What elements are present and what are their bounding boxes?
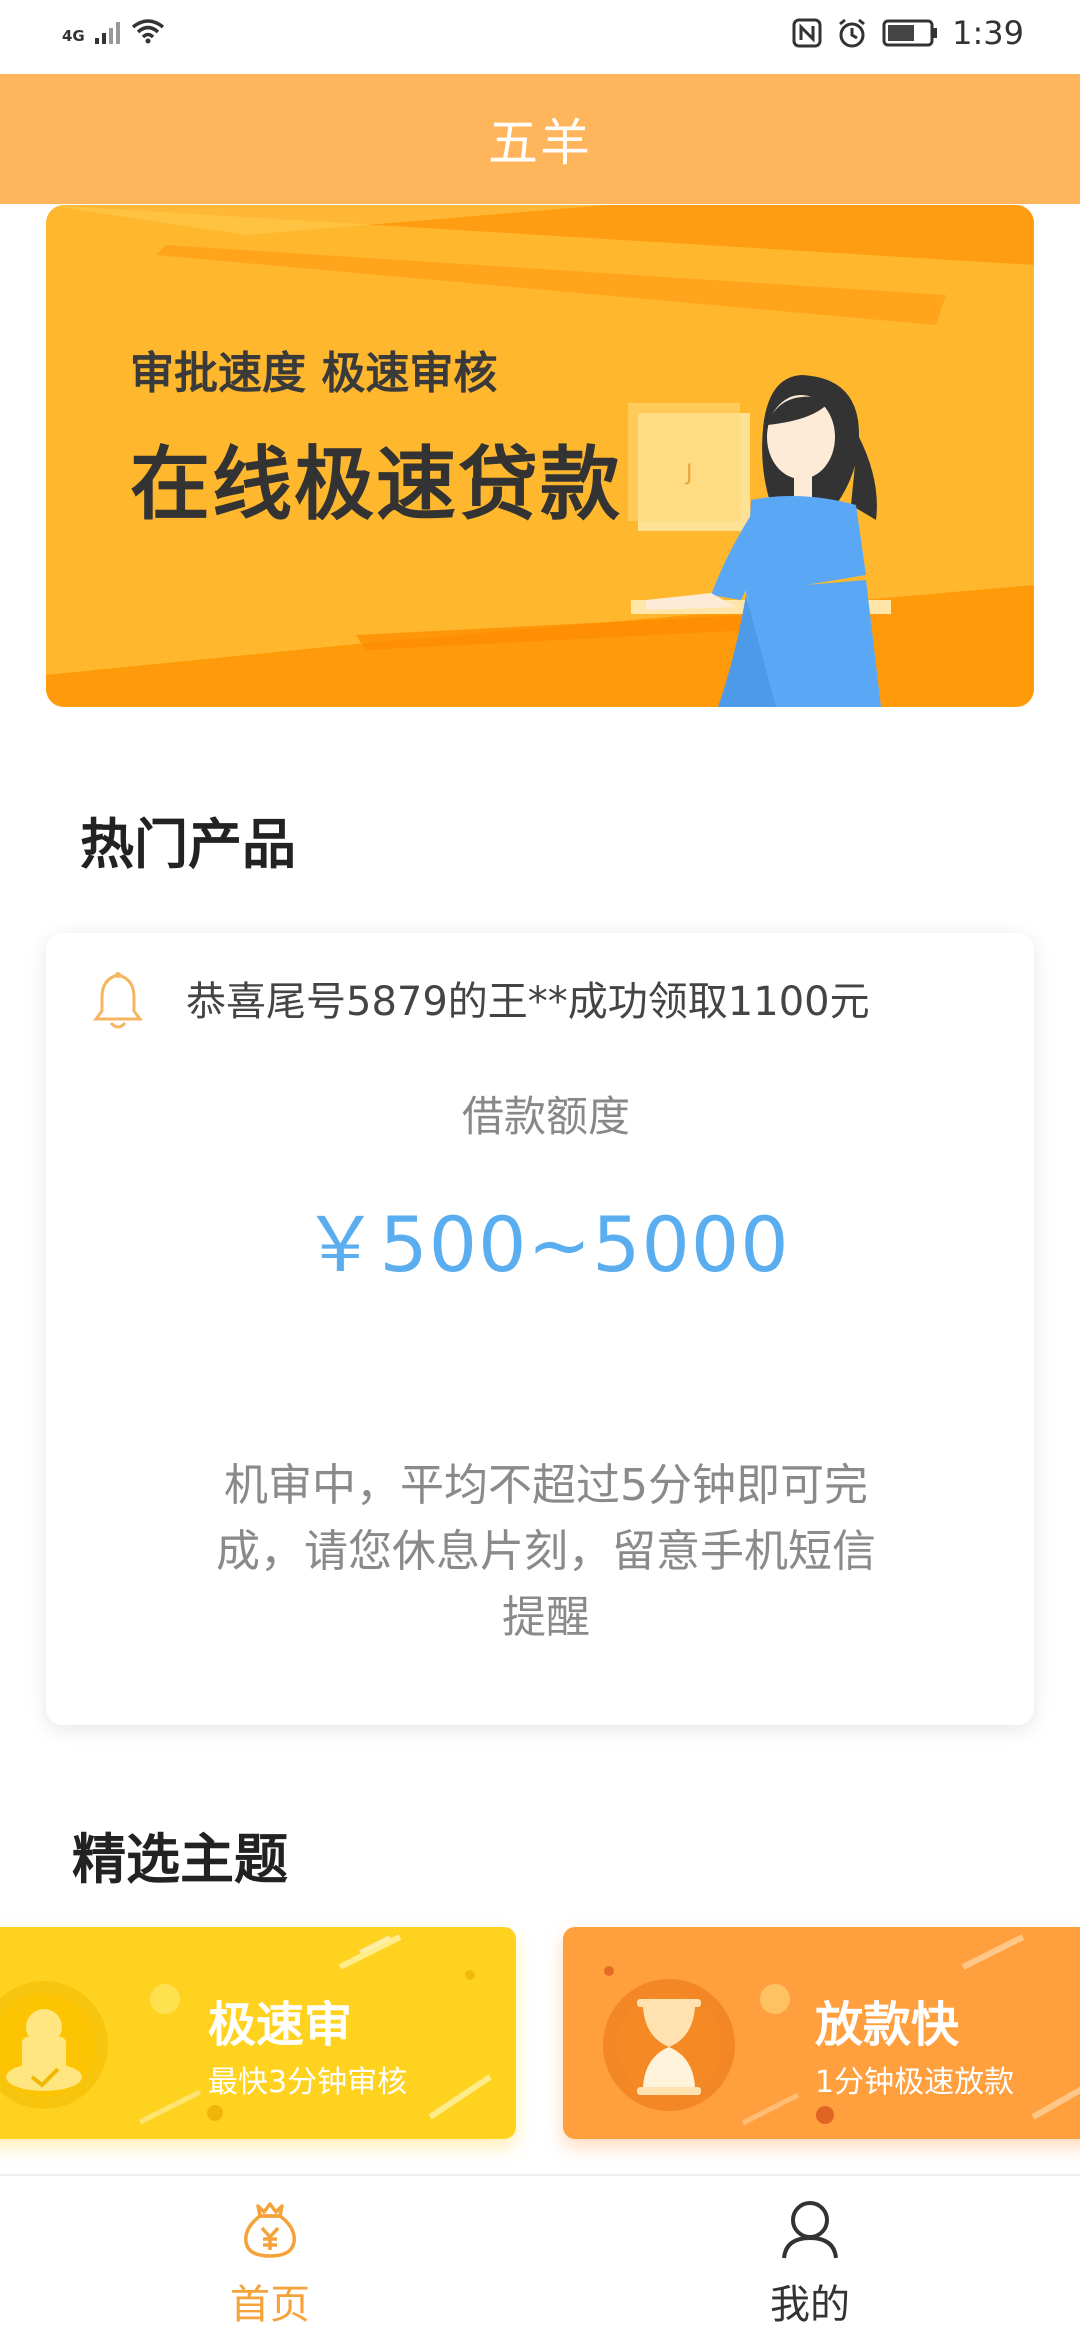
- review-message: 机审中，平均不超过5分钟即可完成，请您休息片刻，留意手机短信提醒: [216, 1460, 876, 1643]
- status-right: 1:39: [792, 14, 1024, 52]
- notice-text: 恭喜尾号5879的王**成功领取1100元: [186, 979, 870, 1025]
- topic-title: 放款快: [815, 1997, 960, 2053]
- page-title: 五羊: [488, 114, 592, 172]
- loan-amount-range: ￥500~5000: [302, 1200, 790, 1289]
- topics-title: 精选主题: [72, 1828, 288, 1891]
- battery-icon: [882, 19, 938, 47]
- product-card[interactable]: 恭喜尾号5879的王**成功领取1100元 借款额度 ￥500~5000 机审中…: [46, 933, 1034, 1725]
- user-icon: [782, 2201, 838, 2259]
- nav-profile[interactable]: 我的: [660, 2176, 960, 2340]
- bottom-nav: 首页 我的: [0, 2174, 1080, 2340]
- nfc-icon: [792, 18, 822, 48]
- notice-marquee: 恭喜尾号5879的王**成功领取1100元: [186, 969, 1034, 1033]
- nav-home-label: 首页: [230, 2282, 310, 2328]
- network-type: 4G: [62, 27, 85, 45]
- banner-subtitle: 审批速度 极速审核: [130, 348, 498, 399]
- topic-subtitle: 1分钟极速放款: [815, 2065, 1015, 2100]
- wifi-icon: [131, 19, 164, 44]
- bell-icon: [93, 972, 143, 1029]
- status-left: 4G: [62, 18, 165, 44]
- nav-home[interactable]: 首页: [120, 2176, 420, 2340]
- signal-icon: [94, 22, 120, 44]
- hot-products-title: 热门产品: [80, 813, 296, 876]
- clock: 1:39: [952, 14, 1024, 52]
- status-bar: 4G 1:39: [0, 0, 1080, 74]
- promo-banner[interactable]: J 审批速度 极速审核 在线极速贷款: [46, 205, 1034, 707]
- app-header: 五羊: [0, 74, 1080, 204]
- nav-profile-label: 我的: [770, 2282, 850, 2328]
- topic-card-fast-review[interactable]: 极速审 最快3分钟审核: [0, 1927, 516, 2139]
- money-bag-icon: [244, 2202, 296, 2258]
- loan-amount-label: 借款额度: [461, 1092, 630, 1141]
- svg-text:J: J: [684, 461, 693, 486]
- alarm-icon: [839, 18, 866, 48]
- banner-headline: 在线极速贷款: [130, 438, 622, 531]
- topic-subtitle: 最快3分钟审核: [208, 2065, 408, 2100]
- topic-card-fast-loan[interactable]: 放款快 1分钟极速放款: [563, 1927, 1080, 2139]
- topic-title: 极速审: [208, 1997, 353, 2053]
